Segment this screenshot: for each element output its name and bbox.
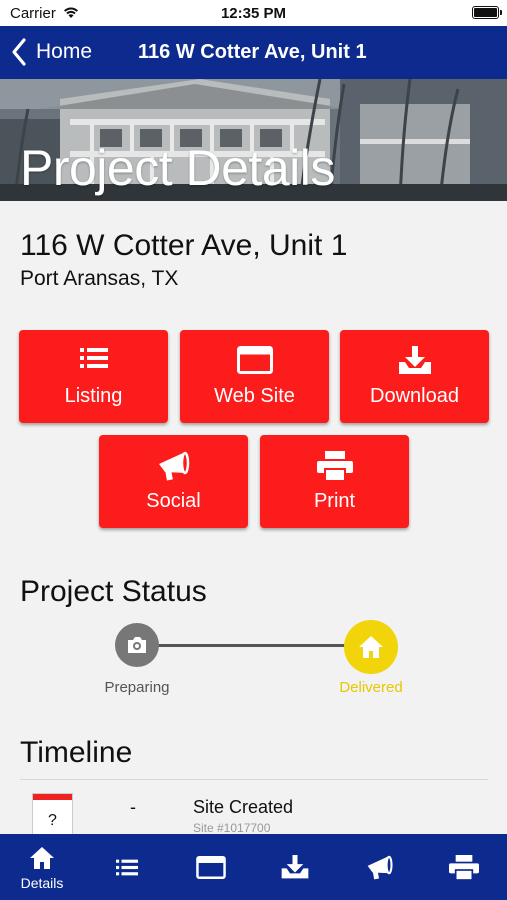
listing-button[interactable]: Listing — [19, 330, 168, 423]
print-label: Print — [313, 490, 356, 512]
timeline-event-detail: Site #1017700 — [193, 821, 271, 835]
browser-window-icon — [236, 346, 273, 374]
delivered-label: Delivered — [339, 679, 403, 696]
website-label: Web Site — [214, 385, 295, 407]
download-label: Download — [370, 385, 459, 407]
hero-title: Project Details — [20, 140, 335, 196]
back-label: Home — [36, 40, 93, 63]
tab-listing[interactable] — [85, 834, 169, 900]
tab-social[interactable] — [338, 834, 422, 900]
megaphone-icon — [158, 451, 189, 481]
tab-website[interactable] — [169, 834, 253, 900]
navigation-bar: Home 116 W Cotter Ave, Unit 1 — [0, 26, 507, 79]
timeline-divider — [20, 779, 488, 780]
address-line-2: Port Aransas, TX — [20, 267, 179, 290]
browser-window-icon — [196, 856, 226, 879]
tab-bar: Details — [0, 834, 507, 900]
timeline-date: - — [130, 797, 136, 817]
download-button[interactable]: Download — [340, 330, 489, 423]
back-button[interactable]: Home — [10, 36, 92, 68]
print-button[interactable]: Print — [260, 435, 409, 528]
project-status-heading: Project Status — [20, 575, 207, 608]
timeline-event: Site Created — [193, 797, 294, 817]
status-bar: Carrier 12:35 PM — [0, 0, 507, 26]
status-progress-line — [157, 644, 347, 647]
calendar-date-placeholder: ? — [48, 812, 57, 829]
listing-label: Listing — [64, 385, 123, 407]
preparing-label: Preparing — [104, 679, 170, 696]
tab-details-label: Details — [20, 875, 64, 891]
social-button[interactable]: Social — [99, 435, 248, 528]
battery-icon — [472, 6, 502, 19]
timeline-heading: Timeline — [20, 736, 133, 769]
tab-download[interactable] — [253, 834, 337, 900]
social-label: Social — [146, 490, 201, 512]
camera-icon — [128, 637, 146, 653]
address-line-1: 116 W Cotter Ave, Unit 1 — [20, 229, 348, 262]
home-icon — [359, 636, 383, 658]
printer-icon — [449, 855, 479, 880]
hero-banner: Project Details — [0, 79, 507, 201]
printer-icon — [316, 451, 353, 481]
list-icon — [79, 348, 108, 368]
download-icon — [281, 855, 309, 879]
preparing-step — [115, 623, 159, 667]
megaphone-icon — [367, 855, 393, 880]
page-title: 116 W Cotter Ave, Unit 1 — [138, 41, 367, 63]
list-icon — [116, 859, 138, 876]
tab-print[interactable] — [422, 834, 506, 900]
download-icon — [398, 346, 431, 374]
tab-details[interactable]: Details — [0, 834, 84, 900]
home-icon — [30, 847, 54, 869]
delivered-step — [344, 620, 398, 674]
chevron-left-icon — [12, 38, 26, 66]
website-button[interactable]: Web Site — [180, 330, 329, 423]
clock: 12:35 PM — [220, 5, 287, 22]
calendar-icon: ? — [32, 793, 73, 835]
